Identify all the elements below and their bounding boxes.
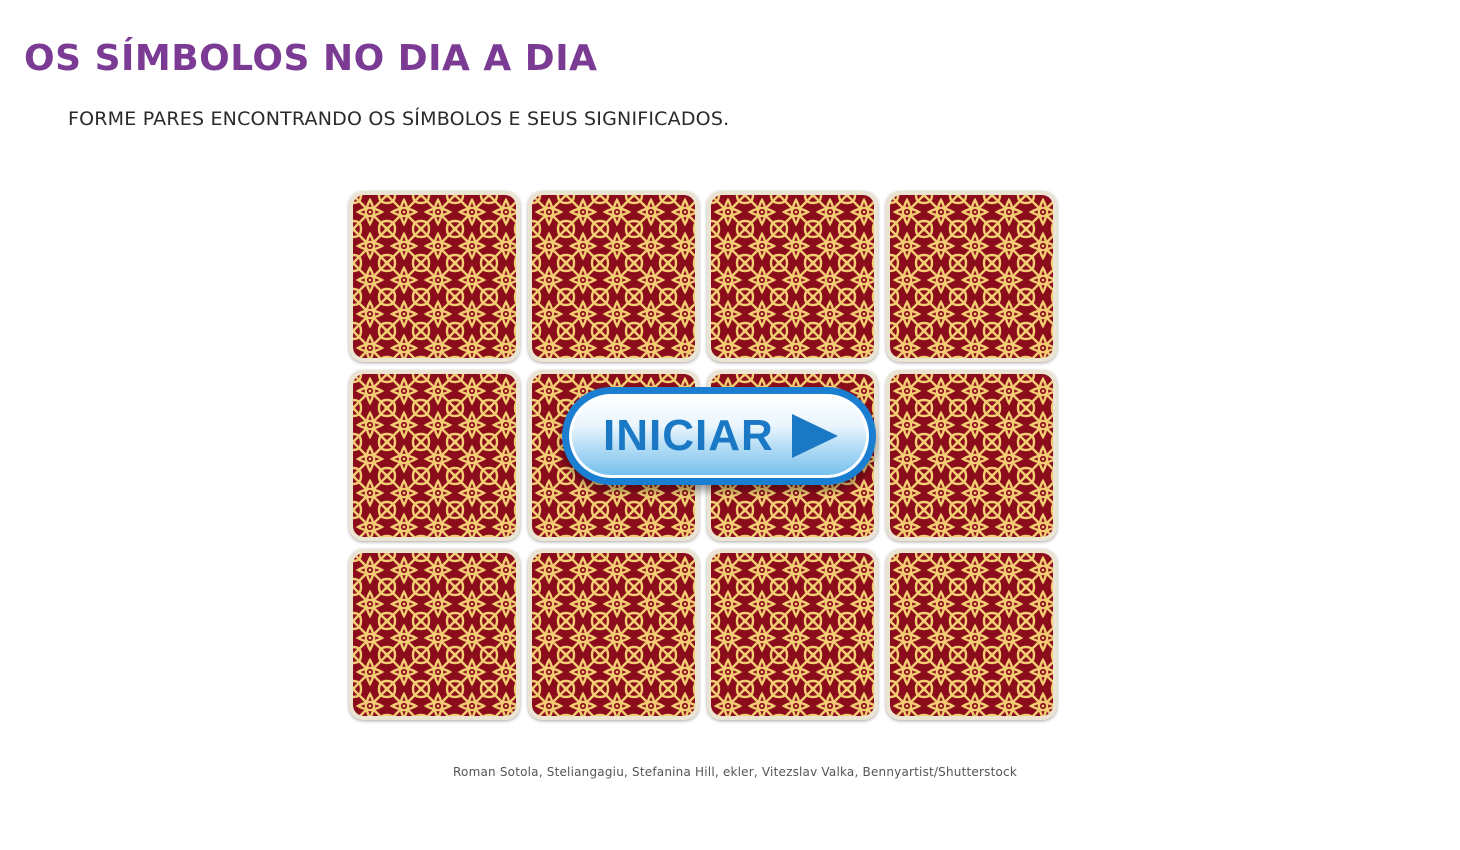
memory-card[interactable] bbox=[886, 370, 1057, 541]
memory-card[interactable] bbox=[886, 191, 1057, 362]
memory-card[interactable] bbox=[707, 191, 878, 362]
card-back-pattern bbox=[890, 195, 1053, 358]
instructions-text: FORME PARES ENCONTRANDO OS SÍMBOLOS E SE… bbox=[68, 108, 730, 130]
card-back-pattern bbox=[353, 374, 516, 537]
card-back-pattern bbox=[353, 195, 516, 358]
card-back-pattern bbox=[890, 374, 1053, 537]
memory-card[interactable] bbox=[707, 549, 878, 720]
image-credits: Roman Sotola, Steliangagiu, Stefanina Hi… bbox=[453, 765, 1017, 779]
memory-card[interactable] bbox=[349, 191, 520, 362]
card-back-pattern bbox=[711, 553, 874, 716]
card-back-pattern bbox=[890, 553, 1053, 716]
card-back-pattern bbox=[711, 195, 874, 358]
memory-card[interactable] bbox=[886, 549, 1057, 720]
card-back-pattern bbox=[532, 553, 695, 716]
card-back-pattern bbox=[532, 195, 695, 358]
start-button[interactable]: INICIAR bbox=[562, 387, 876, 485]
memory-card[interactable] bbox=[349, 549, 520, 720]
page-title: OS SÍMBOLOS NO DIA A DIA bbox=[24, 38, 598, 79]
memory-card[interactable] bbox=[528, 549, 699, 720]
memory-card[interactable] bbox=[528, 191, 699, 362]
play-icon bbox=[791, 414, 838, 458]
memory-card[interactable] bbox=[349, 370, 520, 541]
start-button-label: INICIAR bbox=[603, 411, 774, 460]
card-back-pattern bbox=[353, 553, 516, 716]
